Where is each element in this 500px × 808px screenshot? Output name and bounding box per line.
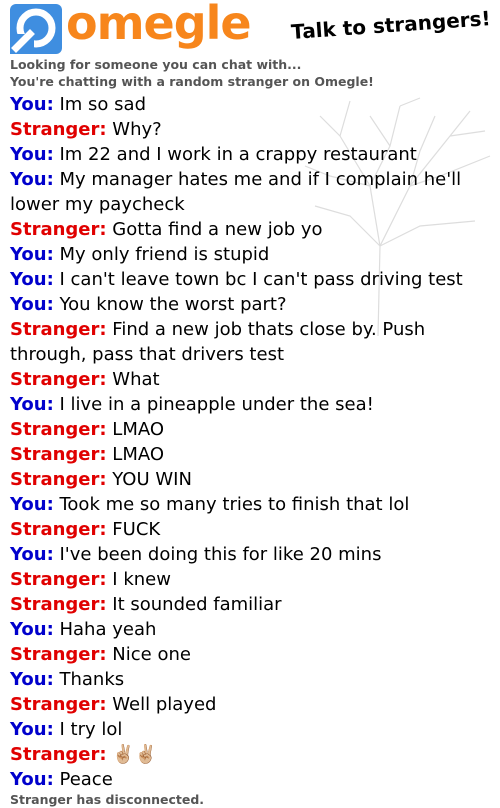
speaker-stranger: Stranger:	[10, 369, 107, 390]
chat-message: You: My manager hates me and if I compla…	[10, 167, 496, 217]
speaker-you: You:	[10, 269, 54, 290]
speaker-you: You:	[10, 94, 54, 115]
speaker-stranger: Stranger:	[10, 569, 107, 590]
message-text: Im 22 and I work in a crappy restaurant	[53, 144, 417, 165]
chat-message: Stranger: Well played	[10, 692, 496, 717]
speaker-you: You:	[10, 494, 54, 515]
speaker-stranger: Stranger:	[10, 419, 107, 440]
header: omegle Talk to strangers!	[0, 0, 500, 58]
speaker-stranger: Stranger:	[10, 119, 107, 140]
speaker-stranger: Stranger:	[10, 694, 107, 715]
message-text: Nice one	[106, 644, 191, 665]
message-text: My only friend is stupid	[53, 244, 270, 265]
chat-message: You: I try lol	[10, 717, 496, 742]
chat-message: Stranger: It sounded familiar	[10, 592, 496, 617]
speaker-you: You:	[10, 169, 54, 190]
chat-message: You: Took me so many tries to finish tha…	[10, 492, 496, 517]
tagline: Talk to strangers!	[290, 6, 492, 44]
chat-message: Stranger: Nice one	[10, 642, 496, 667]
message-text: I try lol	[53, 719, 123, 740]
chat-message: You: Im so sad	[10, 92, 496, 117]
message-text: I can't leave town bc I can't pass drivi…	[53, 269, 463, 290]
speaker-you: You:	[10, 294, 54, 315]
chat-message: Stranger: ✌🏼✌🏼	[10, 742, 496, 767]
status-chatting: You're chatting with a random stranger o…	[10, 74, 374, 89]
speaker-stranger: Stranger:	[10, 594, 107, 615]
speaker-you: You:	[10, 619, 54, 640]
message-text: ✌🏼✌🏼	[106, 744, 158, 765]
message-text: My manager hates me and if I complain he…	[10, 169, 462, 215]
message-text: Why?	[106, 119, 162, 140]
message-text: Gotta find a new job yo	[106, 219, 323, 240]
chat-message: Stranger: Why?	[10, 117, 496, 142]
speaker-you: You:	[10, 244, 54, 265]
speaker-stranger: Stranger:	[10, 519, 107, 540]
chat-message: Stranger: FUCK	[10, 517, 496, 542]
message-text: Took me so many tries to finish that lol	[53, 494, 410, 515]
message-text: LMAO	[106, 444, 165, 465]
chat-log: You: Im so sad Stranger: Why? You: Im 22 a…	[10, 92, 496, 792]
chat-message: Stranger: Find a new job thats close by.…	[10, 317, 496, 367]
chat-message: You: You know the worst part?	[10, 292, 496, 317]
message-text: Haha yeah	[53, 619, 157, 640]
message-text: Well played	[106, 694, 217, 715]
speaker-you: You:	[10, 144, 54, 165]
speaker-you: You:	[10, 719, 54, 740]
chat-message: Stranger: LMAO	[10, 442, 496, 467]
chat-message: Stranger: What	[10, 367, 496, 392]
status-looking: Looking for someone you can chat with...	[10, 57, 302, 72]
chat-message: You: I can't leave town bc I can't pass …	[10, 267, 496, 292]
speaker-you: You:	[10, 669, 54, 690]
message-text: I live in a pineapple under the sea!	[53, 394, 374, 415]
message-text: What	[106, 369, 160, 390]
chat-message: Stranger: Gotta find a new job yo	[10, 217, 496, 242]
speaker-stranger: Stranger:	[10, 469, 107, 490]
logo-wordmark: omegle	[66, 0, 252, 50]
chat-message: Stranger: LMAO	[10, 417, 496, 442]
message-text: Im so sad	[53, 94, 146, 115]
omegle-logo-icon	[10, 4, 62, 54]
speaker-stranger: Stranger:	[10, 644, 107, 665]
speaker-you: You:	[10, 769, 54, 790]
chat-message: You: Haha yeah	[10, 617, 496, 642]
message-text: You know the worst part?	[53, 294, 287, 315]
speaker-stranger: Stranger:	[10, 219, 107, 240]
message-text: YOU WIN	[106, 469, 192, 490]
chat-message: You: I live in a pineapple under the sea…	[10, 392, 496, 417]
speaker-stranger: Stranger:	[10, 744, 107, 765]
chat-message: You: Im 22 and I work in a crappy restau…	[10, 142, 496, 167]
message-text: Thanks	[53, 669, 125, 690]
message-text: I knew	[106, 569, 171, 590]
message-text: I've been doing this for like 20 mins	[53, 544, 382, 565]
message-text: It sounded familiar	[106, 594, 282, 615]
speaker-you: You:	[10, 394, 54, 415]
message-text: LMAO	[106, 419, 165, 440]
status-disconnected: Stranger has disconnected.	[10, 792, 205, 807]
speaker-stranger: Stranger:	[10, 444, 107, 465]
chat-message: Stranger: YOU WIN	[10, 467, 496, 492]
speaker-stranger: Stranger:	[10, 319, 107, 340]
speaker-you: You:	[10, 544, 54, 565]
chat-message: You: Peace	[10, 767, 496, 792]
chat-message: Stranger: I knew	[10, 567, 496, 592]
chat-message: You: Thanks	[10, 667, 496, 692]
message-text: Peace	[53, 769, 113, 790]
chat-message: You: My only friend is stupid	[10, 242, 496, 267]
message-text: FUCK	[106, 519, 161, 540]
chat-message: You: I've been doing this for like 20 mi…	[10, 542, 496, 567]
